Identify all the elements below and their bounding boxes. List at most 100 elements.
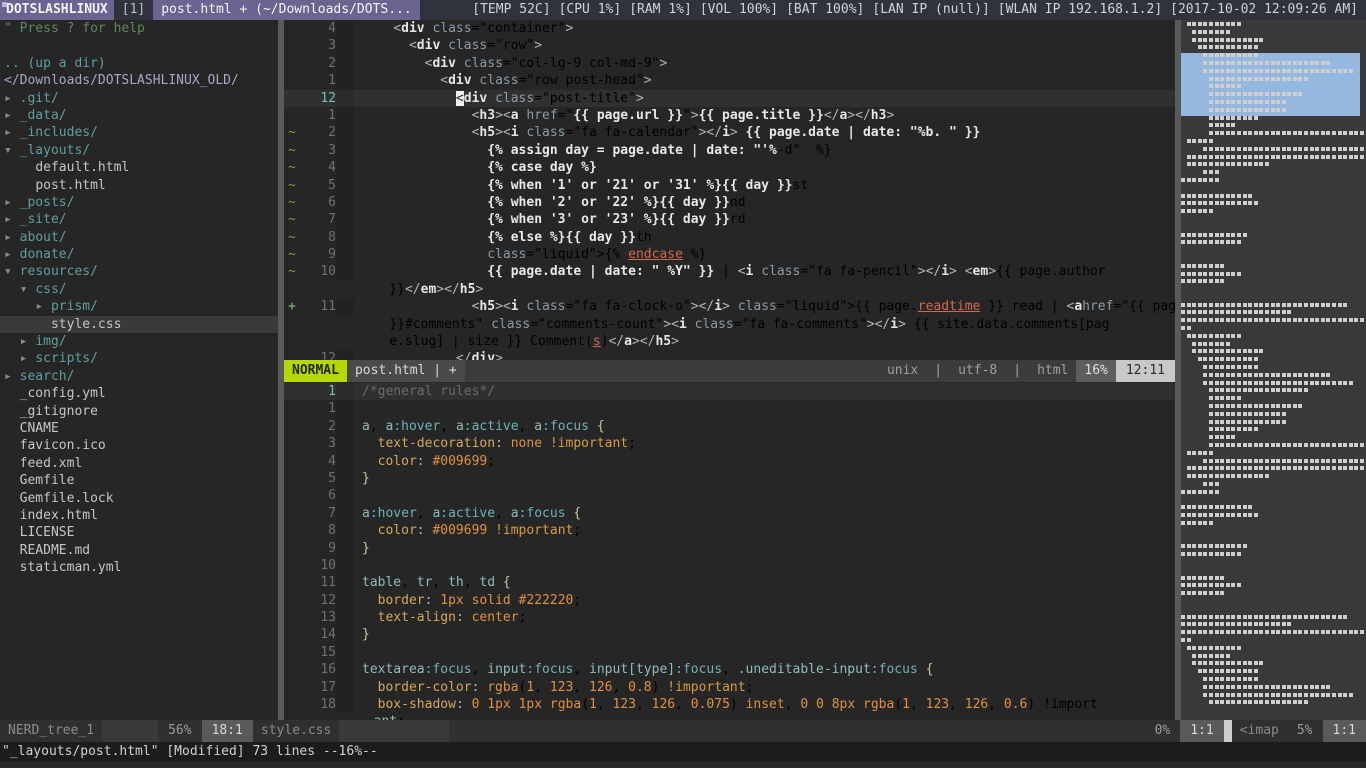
code-line[interactable]: ~3 {% assign day = page.date | date: "'%… [284,141,1175,160]
fold-column[interactable] [336,54,354,73]
tree-toggle-icon[interactable] [4,386,20,401]
nerdtree-item-resources-[interactable]: ▾ resources/ [0,263,284,280]
nerdtree-up-dir[interactable]: .. (up a dir) [0,55,284,72]
tree-toggle-icon[interactable] [4,508,20,523]
code-line[interactable]: 5} [284,469,1175,488]
fold-column[interactable] [336,539,354,557]
nerdtree-item-img-[interactable]: ▸ img/ [0,333,284,350]
fold-column[interactable] [336,591,354,610]
tree-toggle-icon[interactable]: ▸ [4,212,20,227]
code-line[interactable]: 3 <div class="row"> [284,37,1175,55]
code-line[interactable]: 1 <h3><a href="{{ page.url }}">{{ page.t… [284,106,1175,125]
code-line[interactable]: ~5 {% when '1' or '21' or '31' %}{{ day … [284,176,1175,194]
nerdtree-item-cname[interactable]: CNAME [0,420,284,437]
tree-toggle-icon[interactable]: ▸ [35,299,51,314]
code-line[interactable]: 15 [284,643,1175,662]
nerdtree-item-search-[interactable]: ▸ search/ [0,368,284,385]
tree-toggle-icon[interactable]: ▸ [4,247,20,262]
fold-column[interactable] [336,211,354,229]
fold-column[interactable] [336,141,354,160]
code-line[interactable]: +11 <h5><i class="fa fa-clock-o"></i> cl… [284,298,1175,316]
nerdtree-item--includes-[interactable]: ▸ _includes/ [0,124,284,141]
fold-column[interactable] [336,20,354,38]
nerdtree-list[interactable]: " Press ? for help .. (up a dir) </Downlo… [0,20,284,577]
fold-column[interactable] [336,37,354,55]
code-line[interactable]: ~2 <h5><i class="fa fa-calendar"></i> {{… [284,124,1175,142]
fold-column[interactable] [336,469,354,488]
nerdtree-item-staticman-yml[interactable]: staticman.yml [0,559,284,576]
editor-pane-css[interactable]: 1 /*general rules*/ 1 2 a, a:hover, a:acti… [284,383,1175,720]
code-line[interactable]: 12 </div> [284,350,1175,360]
fold-column[interactable] [336,176,354,194]
code-line[interactable]: 6 [284,487,1175,505]
fold-column[interactable] [336,350,354,360]
code-line[interactable]: 14} [284,626,1175,644]
tree-toggle-icon[interactable]: ▸ [4,108,20,123]
tree-toggle-icon[interactable]: ▸ [4,369,20,384]
fold-column[interactable] [336,228,354,247]
fold-column[interactable] [336,556,354,575]
code-line[interactable]: 2 a, a:hover, a:active, a:focus { [284,417,1175,436]
fold-column[interactable] [336,124,354,142]
vim-command-line[interactable]: "_layouts/post.html" [Modified] 73 lines… [0,742,1366,762]
tree-toggle-icon[interactable]: ▸ [4,230,20,245]
nerdtree-item-prism-[interactable]: ▸ prism/ [0,298,284,315]
tree-toggle-icon[interactable] [4,421,20,436]
code-line[interactable]: 4 color: #009699; [284,452,1175,470]
fold-column[interactable] [336,435,354,453]
fold-column[interactable] [336,609,354,627]
tmux-session-name[interactable]: DOTSLASHLINUX [0,0,114,20]
fold-column[interactable] [336,696,354,714]
fold-column[interactable] [336,504,354,523]
nerdtree-sidebar[interactable]: " Press ? for help .. (up a dir) </Downlo… [0,20,284,720]
code-line[interactable]: 2 <div class="col-lg-9 col-md-9"> [284,54,1175,73]
tmux-window-title[interactable]: post.html + (~/Downloads/DOTS... [153,0,420,20]
tree-toggle-icon[interactable]: ▾ [4,143,20,158]
editor-pane-html[interactable]: 4 <div class="container"> 3 <div class="… [284,20,1175,360]
nerdtree-item-donate-[interactable]: ▸ donate/ [0,246,284,263]
nerdtree-item-css-[interactable]: ▾ css/ [0,281,284,298]
nerdtree-item--posts-[interactable]: ▸ _posts/ [0,194,284,211]
nerdtree-item-about-[interactable]: ▸ about/ [0,229,284,246]
code-line[interactable]: 1 [284,400,1175,418]
code-line[interactable]: ~4 {% case day %} [284,159,1175,177]
code-line[interactable]: 12 border: 1px solid #222220; [284,591,1175,610]
nerdtree-item-gemfile-lock[interactable]: Gemfile.lock [0,490,284,507]
minimap[interactable] [1175,20,1366,720]
tree-toggle-icon[interactable]: ▸ [20,351,36,366]
nerdtree-item-style-css[interactable]: style.css [0,315,284,334]
tree-toggle-icon[interactable]: ▸ [4,91,20,106]
nerdtree-item-readme-md[interactable]: README.md [0,542,284,559]
code-line[interactable]: 17 border-color: rgba(1, 123, 126, 0.8) … [284,678,1175,697]
fold-column[interactable] [336,678,354,697]
nerdtree-item-gemfile[interactable]: Gemfile [0,472,284,489]
tree-toggle-icon[interactable] [4,473,20,488]
tree-toggle-icon[interactable] [4,456,20,471]
fold-column[interactable] [336,643,354,662]
code-line[interactable]: ~6 {% when '2' or '22' %}{{ day }}nd [284,193,1175,212]
nerdtree-item-license[interactable]: LICENSE [0,524,284,541]
nerdtree-item-index-html[interactable]: index.html [0,507,284,524]
code-line[interactable]: 16 textarea:focus, input:focus, input[typ… [284,661,1175,679]
tree-toggle-icon[interactable] [20,160,36,175]
code-line[interactable]: ~10 {{ page.date | date: " %Y" }} | <i c… [284,263,1175,281]
nerdtree-item--git-[interactable]: ▸ .git/ [0,90,284,107]
code-line[interactable]: 11 table, tr, th, td { [284,574,1175,592]
fold-column[interactable] [336,383,354,401]
nerdtree-item-favicon-ico[interactable]: favicon.ico [0,437,284,454]
fold-column[interactable] [336,487,354,505]
tree-toggle-icon[interactable] [20,178,36,193]
fold-column[interactable] [336,661,354,679]
fold-column[interactable] [336,193,354,212]
code-line[interactable]: ~9 class="liquid">{% endcase %} [284,246,1175,264]
tree-toggle-icon[interactable] [4,491,20,506]
fold-column[interactable] [336,298,354,316]
nerdtree-item-feed-xml[interactable]: feed.xml [0,455,284,472]
code-line[interactable]: 3 text-decoration: none !important; [284,435,1175,453]
tree-toggle-icon[interactable]: ▸ [4,195,20,210]
nerdtree-item-post-html[interactable]: post.html [0,177,284,194]
tree-toggle-icon[interactable] [4,525,20,540]
fold-column[interactable] [336,72,354,90]
code-line[interactable]: 12 <div class="post-title"> [284,89,1175,107]
code-line[interactable]: ~8 {% else %}{{ day }}th [284,228,1175,247]
